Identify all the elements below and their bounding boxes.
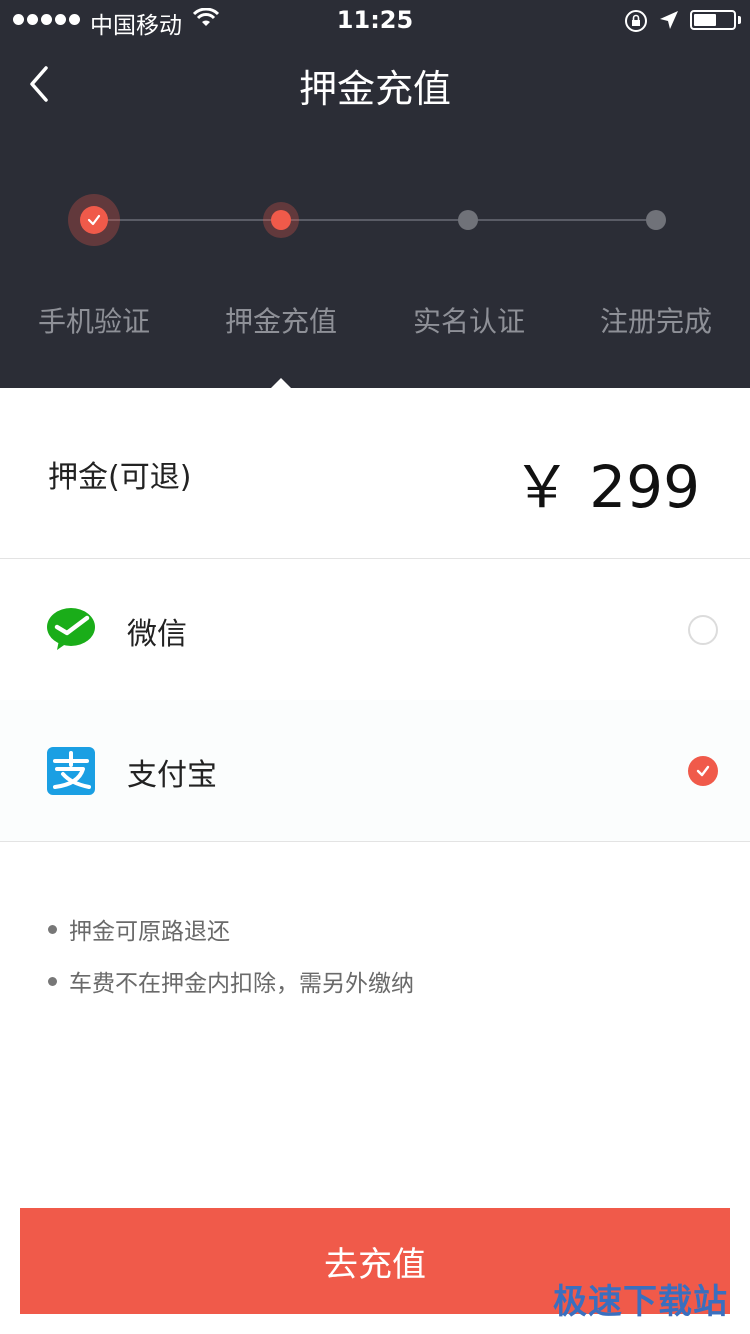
step-label-deposit: 押金充值: [224, 305, 337, 338]
radio-wechat[interactable]: [688, 615, 718, 645]
step-progress-line: [94, 219, 656, 221]
divider: [0, 841, 750, 842]
radio-alipay-checked-icon[interactable]: [688, 756, 718, 786]
step-label-phone: 手机验证: [37, 305, 150, 338]
bullet-icon: [48, 925, 57, 934]
wechat-icon: [47, 608, 95, 650]
payment-option-wechat[interactable]: 微信: [0, 559, 750, 700]
step-1-check-icon: [80, 206, 108, 234]
deposit-amount: ￥ 299: [512, 453, 700, 521]
step-4-dot: [646, 210, 666, 230]
note-refund: 押金可原路退还: [69, 919, 230, 945]
current-step-pointer: [271, 378, 291, 388]
alipay-icon: [47, 747, 95, 795]
bullet-icon: [48, 977, 57, 986]
payment-option-alipay[interactable]: 支付宝: [0, 700, 750, 841]
status-bar: 中国移动 11:25: [0, 0, 750, 40]
payment-label-alipay: 支付宝: [127, 758, 217, 793]
battery-icon: [690, 10, 736, 30]
rotation-lock-icon: [625, 10, 647, 32]
step-2-dot: [271, 210, 291, 230]
location-icon: [660, 11, 678, 29]
step-label-realname: 实名认证: [412, 305, 525, 338]
deposit-label: 押金(可退): [48, 460, 192, 495]
payment-label-wechat: 微信: [127, 617, 187, 652]
watermark-logo: 极速下载站: [553, 1282, 728, 1322]
note-fare: 车费不在押金内扣除，需另外缴纳: [69, 971, 414, 997]
step-3-dot: [458, 210, 478, 230]
note-item: 车费不在押金内扣除，需另外缴纳: [48, 964, 414, 998]
page-title: 押金充值: [298, 67, 451, 111]
note-item: 押金可原路退还: [48, 912, 230, 946]
step-label-complete: 注册完成: [599, 305, 712, 338]
